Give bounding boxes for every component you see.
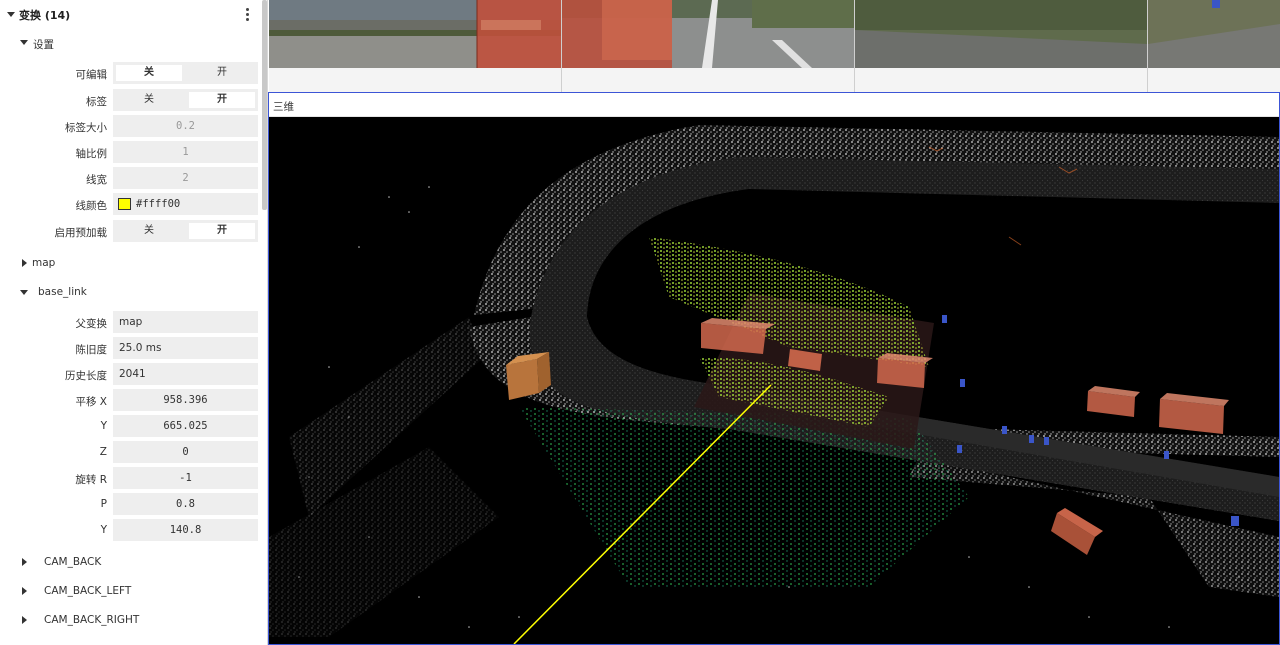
settings-group-label[interactable]: 设置 bbox=[33, 37, 54, 52]
parent-value: map bbox=[113, 311, 258, 333]
tree-node-map[interactable]: map bbox=[32, 257, 55, 269]
cam-back-expand-icon[interactable] bbox=[22, 558, 27, 566]
map-expand-icon[interactable] bbox=[22, 259, 27, 267]
label-size-label: 标签大小 bbox=[65, 122, 107, 134]
panel-title: 变换 (14) bbox=[19, 9, 71, 22]
collapse-caret-icon[interactable] bbox=[7, 12, 15, 17]
editable-label: 可编辑 bbox=[75, 69, 108, 81]
age-value: 25.0 ms bbox=[113, 337, 258, 359]
rotation-r-label: 旋转 R bbox=[75, 474, 107, 486]
camera-image-2[interactable] bbox=[562, 0, 854, 68]
labels-label: 标签 bbox=[86, 96, 107, 108]
line-color-input[interactable]: #ffff00 bbox=[113, 193, 258, 215]
age-label: 陈旧度 bbox=[75, 344, 108, 356]
3d-view-title-bar: 三维 bbox=[269, 93, 1279, 117]
preload-on-option[interactable]: 开 bbox=[189, 223, 255, 239]
cam-back-right-expand-icon[interactable] bbox=[22, 616, 27, 624]
rotation-r-value: -1 bbox=[113, 467, 258, 489]
settings-caret-icon[interactable] bbox=[20, 40, 28, 45]
tree-node-base-link[interactable]: base_link bbox=[38, 286, 87, 298]
editable-on-option[interactable]: 开 bbox=[189, 65, 255, 81]
3d-scene-canvas[interactable] bbox=[269, 117, 1279, 644]
tree-node-cam-back-left[interactable]: CAM_BACK_LEFT bbox=[44, 585, 131, 597]
camera-image-1[interactable] bbox=[269, 0, 561, 68]
camera-image-3-graphic bbox=[855, 0, 1147, 68]
color-swatch[interactable] bbox=[118, 198, 131, 210]
rotation-p-value: 0.8 bbox=[113, 493, 258, 515]
history-label: 历史长度 bbox=[65, 370, 107, 382]
rotation-y-label: Y bbox=[100, 524, 107, 536]
preload-off-option[interactable]: 关 bbox=[116, 223, 182, 239]
line-width-input[interactable]: 2 bbox=[113, 167, 258, 189]
tree-node-cam-back-right[interactable]: CAM_BACK_RIGHT bbox=[44, 614, 139, 626]
3d-view-title: 三维 bbox=[273, 101, 294, 113]
translation-x-label: 平移 X bbox=[75, 396, 107, 408]
bbox-vehicle-6[interactable] bbox=[1051, 508, 1103, 555]
labels-off-option[interactable]: 关 bbox=[116, 92, 182, 108]
bbox-vehicle-4[interactable] bbox=[1087, 386, 1140, 417]
editable-off-option[interactable]: 关 bbox=[116, 65, 182, 81]
axis-scale-input[interactable]: 1 bbox=[113, 141, 258, 163]
preload-label: 启用预加载 bbox=[54, 227, 108, 239]
camera-image-2-graphic bbox=[562, 0, 854, 68]
editable-toggle[interactable]: 关 开 bbox=[113, 62, 258, 84]
translation-z-value: 0 bbox=[113, 441, 258, 463]
3d-view-panel[interactable]: 三维 bbox=[268, 92, 1280, 645]
line-width-label: 线宽 bbox=[86, 174, 107, 186]
base-link-caret-icon[interactable] bbox=[20, 290, 28, 295]
camera-image-strip bbox=[269, 0, 1280, 92]
bbox-vehicle-3[interactable] bbox=[877, 353, 933, 388]
line-color-value: #ffff00 bbox=[136, 198, 181, 210]
parent-label: 父变换 bbox=[75, 318, 108, 330]
preload-toggle[interactable]: 关 开 bbox=[113, 220, 258, 242]
translation-z-label: Z bbox=[99, 446, 107, 458]
label-size-input[interactable]: 0.2 bbox=[113, 115, 258, 137]
bbox-vehicle-5[interactable] bbox=[1159, 393, 1229, 434]
cam-back-left-expand-icon[interactable] bbox=[22, 587, 27, 595]
line-color-label: 线颜色 bbox=[75, 200, 108, 212]
axis-scale-label: 轴比例 bbox=[75, 148, 108, 160]
panel-header[interactable]: 变换 (14) bbox=[0, 0, 262, 28]
camera-image-1-graphic bbox=[269, 0, 561, 68]
labels-on-option[interactable]: 开 bbox=[189, 92, 255, 108]
translation-y-value: 665.025 bbox=[113, 415, 258, 437]
more-options-icon[interactable] bbox=[241, 8, 253, 22]
rotation-y-value: 140.8 bbox=[113, 519, 258, 541]
rotation-p-label: P bbox=[100, 498, 107, 510]
transforms-panel: 变换 (14) 设置 可编辑 关 开 标签 关 开 标签大小 0.2 轴比例 1… bbox=[0, 0, 264, 645]
camera-image-3[interactable] bbox=[855, 0, 1147, 68]
labels-toggle[interactable]: 关 开 bbox=[113, 89, 258, 111]
camera-image-4[interactable] bbox=[1148, 0, 1280, 68]
translation-x-value: 958.396 bbox=[113, 389, 258, 411]
history-value: 2041 bbox=[113, 363, 258, 385]
camera-image-4-graphic bbox=[1148, 0, 1280, 68]
translation-y-label: Y bbox=[100, 420, 107, 432]
tree-node-cam-back[interactable]: CAM_BACK bbox=[44, 556, 101, 568]
